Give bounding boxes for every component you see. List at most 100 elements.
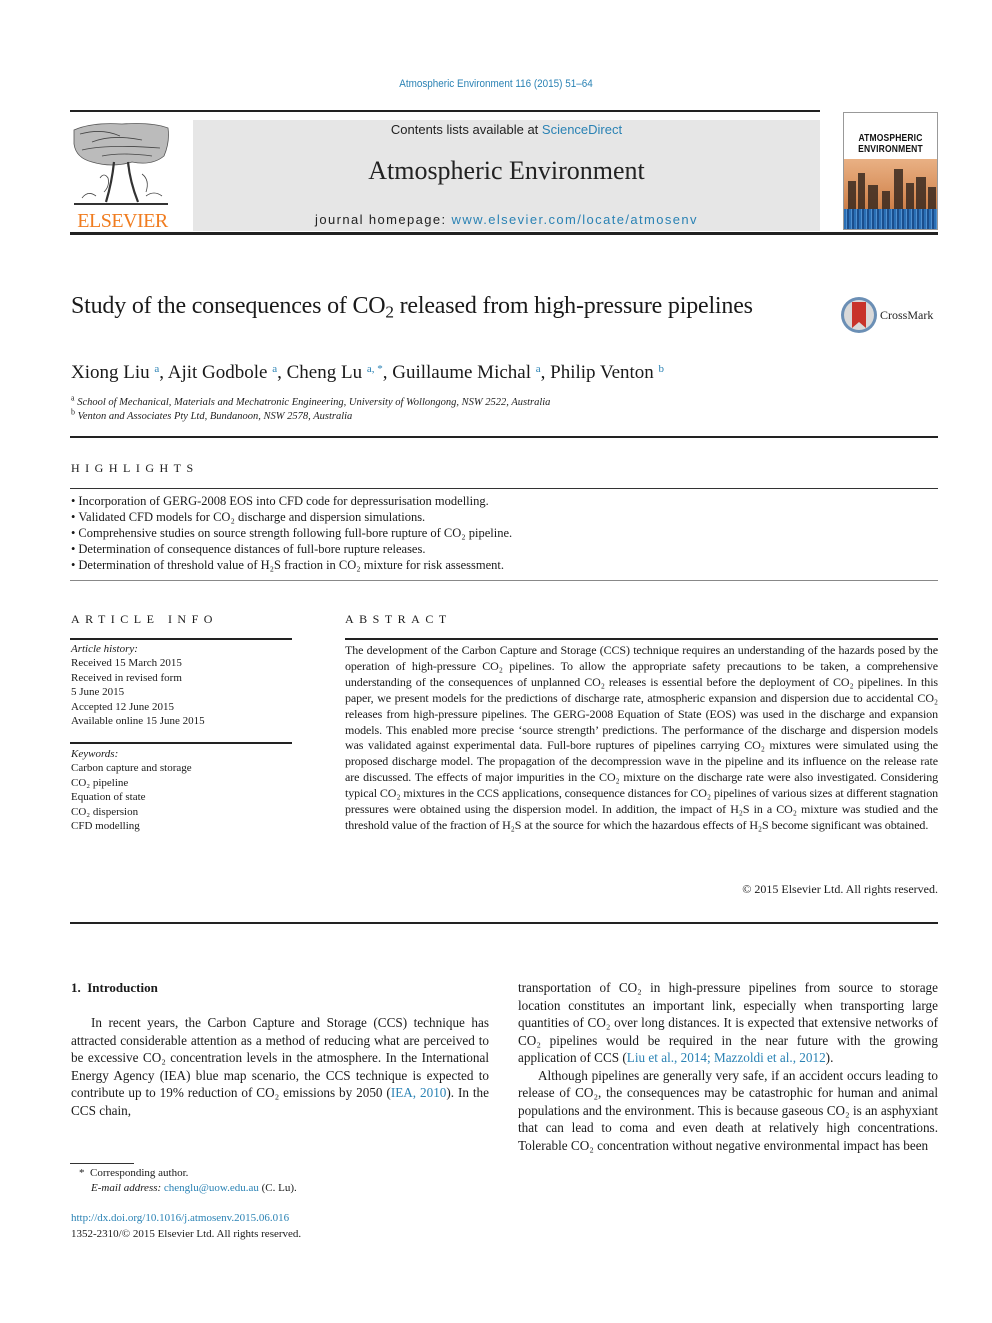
author-affiliation-mark[interactable]: a <box>536 363 541 375</box>
affiliation-key: a <box>71 393 75 403</box>
abstract-bottom-rule <box>70 922 938 924</box>
article-info-rule <box>70 638 292 640</box>
sciencedirect-link[interactable]: ScienceDirect <box>542 122 622 137</box>
elsevier-wordmark: ELSEVIER <box>77 210 168 232</box>
author-name: Ajit Godbole <box>167 362 268 383</box>
citation-link-liu-mazzoldi[interactable]: Liu et al., 2014; Mazzoldi et al., 2012 <box>627 1050 826 1065</box>
abstract-text: The development of the Carbon Capture an… <box>345 643 938 832</box>
author[interactable]: Cheng Lu a, * <box>287 362 383 383</box>
history-entry: Available online 15 June 2015 <box>71 715 205 728</box>
cover-water-graphic <box>844 209 937 229</box>
keywords: Keywords: Carbon capture and storage CO₂… <box>71 747 293 833</box>
affiliation-key: b <box>71 407 75 417</box>
highlight-item: Incorporation of GERG-2008 EOS into CFD … <box>71 493 931 509</box>
body-column-right: transportation of CO₂ in high-pressure p… <box>518 979 938 1154</box>
title-text-1: Study of the consequences of CO <box>71 293 386 319</box>
author-affiliation-mark[interactable]: a, * <box>367 363 383 375</box>
introduction-heading: 1. Introduction <box>71 980 158 995</box>
abstract-heading: ABSTRACT <box>345 612 452 626</box>
cover-title-line-2: ENVIRONMENT <box>858 144 923 155</box>
title-subscript: 2 <box>385 302 394 322</box>
highlight-item: Validated CFD models for CO₂ discharge a… <box>71 509 931 525</box>
keyword: Carbon capture and storage <box>71 762 192 775</box>
author[interactable]: Guillaume Michal a <box>392 362 540 383</box>
article-info-heading: ARTICLE INFO <box>71 612 218 626</box>
contents-prefix: Contents lists available at <box>390 122 542 137</box>
email-suffix: (C. Lu). <box>258 1182 297 1194</box>
affiliation-text: Venton and Associates Pty Ltd, Bundanoon… <box>77 411 353 422</box>
author-affiliation-mark[interactable]: a <box>272 363 277 375</box>
email-note: E-mail address: chenglu@uow.edu.au (C. L… <box>71 1181 491 1196</box>
author[interactable]: Ajit Godbole a <box>168 362 277 383</box>
author-list: Xiong Liu a, Ajit Godbole a, Cheng Lu a,… <box>71 362 665 383</box>
highlights-list: Incorporation of GERG-2008 EOS into CFD … <box>71 493 931 573</box>
keywords-label: Keywords: <box>71 748 119 760</box>
history-entry: Accepted 12 June 2015 <box>71 700 174 713</box>
article-title: Study of the consequences of CO2 release… <box>71 291 811 321</box>
keyword: CFD modelling <box>71 820 140 833</box>
author[interactable]: Xiong Liu a <box>71 362 159 383</box>
corresponding-author-note: * Corresponding author. <box>71 1166 491 1181</box>
author-name: Xiong Liu <box>71 362 150 383</box>
keyword: CO₂ dispersion <box>71 805 139 818</box>
highlight-item: Determination of threshold value of H₂S … <box>71 557 931 573</box>
article-history: Article history: Received 15 March 2015 … <box>71 642 293 728</box>
history-entry: Received in revised form <box>71 671 182 684</box>
cover-title: ATMOSPHERIC ENVIRONMENT <box>851 133 930 155</box>
body-column-left: In recent years, the Carbon Capture and … <box>71 1014 489 1119</box>
title-block-rule <box>70 436 938 438</box>
masthead-box: Contents lists available at ScienceDirec… <box>193 120 820 231</box>
crossmark-icon <box>841 297 877 333</box>
affiliations: a School of Mechanical, Materials and Me… <box>71 393 831 424</box>
body-paragraph: Although pipelines are generally very sa… <box>518 1067 938 1153</box>
abstract-rule <box>345 638 938 640</box>
email-link[interactable]: chenglu@uow.edu.au <box>164 1182 259 1194</box>
masthead-bottom-rule <box>70 232 938 235</box>
cover-skyline-graphic <box>844 159 937 229</box>
email-label: E-mail address: <box>91 1182 162 1194</box>
article-history-label: Article history: <box>71 643 138 655</box>
elsevier-logo[interactable]: ELSEVIER <box>70 120 175 232</box>
keyword: Equation of state <box>71 791 146 804</box>
doi-link[interactable]: http://dx.doi.org/10.1016/j.atmosenv.201… <box>71 1211 491 1227</box>
affiliation: b Venton and Associates Pty Ltd, Bundano… <box>71 407 831 424</box>
crossmark-label: CrossMark <box>880 308 934 322</box>
author-affiliation-mark[interactable]: b <box>659 363 665 375</box>
skyline-icon <box>848 169 936 213</box>
author[interactable]: Philip Venton b <box>550 362 664 383</box>
journal-title: Atmospheric Environment <box>368 156 645 185</box>
highlight-item: Determination of consequence distances o… <box>71 541 931 557</box>
body-text: ). <box>825 1050 834 1065</box>
affiliation: a School of Mechanical, Materials and Me… <box>71 393 831 410</box>
keyword: CO₂ pipeline <box>71 776 129 789</box>
citation-link-iea-2010[interactable]: IEA, 2010 <box>391 1085 447 1100</box>
footnote-text: Corresponding author. <box>90 1167 189 1179</box>
author-name: Philip Venton <box>550 362 654 383</box>
footnotes: * Corresponding author. E-mail address: … <box>71 1166 491 1196</box>
issn-copyright: 1352-2310/© 2015 Elsevier Ltd. All right… <box>71 1227 302 1240</box>
affiliation-text: School of Mechanical, Materials and Mech… <box>77 397 551 408</box>
journal-citation-link[interactable]: Atmospheric Environment 116 (2015) 51–64 <box>50 78 943 90</box>
cover-title-line-1: ATMOSPHERIC <box>858 133 923 144</box>
history-entry: 5 June 2015 <box>71 686 125 699</box>
footnote-rule <box>70 1163 134 1164</box>
highlight-item: Comprehensive studies on source strength… <box>71 525 931 541</box>
crossmark-badge[interactable]: CrossMark <box>840 296 940 336</box>
elsevier-tree-icon <box>73 123 169 205</box>
journal-cover-image[interactable]: ATMOSPHERIC ENVIRONMENT <box>843 112 938 230</box>
journal-homepage-link[interactable]: www.elsevier.com/locate/atmosenv <box>452 212 698 227</box>
author-name: Cheng Lu <box>286 362 363 383</box>
abstract-copyright: © 2015 Elsevier Ltd. All rights reserved… <box>742 882 938 896</box>
highlights-rule <box>70 488 938 489</box>
author-affiliation-mark[interactable]: a <box>154 363 159 375</box>
doi-block: http://dx.doi.org/10.1016/j.atmosenv.201… <box>71 1211 491 1242</box>
body-paragraph: transportation of CO₂ in high-pressure p… <box>518 979 938 1067</box>
history-entry: Received 15 March 2015 <box>71 657 182 670</box>
journal-homepage-line: journal homepage: www.elsevier.com/locat… <box>193 212 820 227</box>
highlights-bottom-rule <box>70 580 938 581</box>
footnote-mark: * <box>79 1167 85 1179</box>
keywords-rule <box>70 742 292 744</box>
homepage-prefix: journal homepage: <box>315 212 452 227</box>
contents-available-line: Contents lists available at ScienceDirec… <box>193 122 820 137</box>
author-name: Guillaume Michal <box>392 362 532 383</box>
